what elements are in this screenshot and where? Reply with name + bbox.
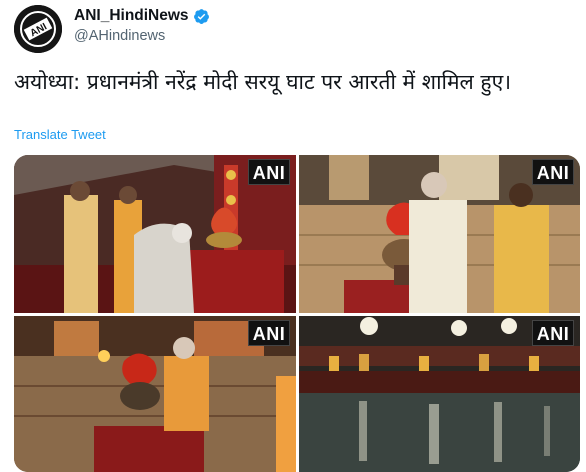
- ani-watermark: ANI: [248, 320, 290, 346]
- avatar[interactable]: ANI: [14, 5, 62, 53]
- ani-watermark: ANI: [248, 159, 290, 185]
- tweet-header: ANI ANI_HindiNews @AHindinews: [14, 5, 574, 53]
- media-grid: ANI ANI ANI ANI: [14, 155, 580, 472]
- verified-badge-icon: [193, 8, 210, 25]
- photo-tile-3[interactable]: ANI: [14, 316, 296, 472]
- photo-tile-1[interactable]: ANI: [14, 155, 296, 313]
- tweet-text: अयोध्या: प्रधानमंत्री नरेंद्र मोदी सरयू …: [14, 70, 512, 94]
- display-name[interactable]: ANI_HindiNews: [74, 7, 189, 25]
- photo-tile-4[interactable]: ANI: [299, 316, 580, 472]
- ani-logo-icon: ANI: [14, 5, 62, 53]
- translate-tweet-link[interactable]: Translate Tweet: [14, 127, 106, 142]
- ani-watermark: ANI: [532, 159, 574, 185]
- photo-tile-2[interactable]: ANI: [299, 155, 580, 313]
- account-names: ANI_HindiNews @AHindinews: [74, 7, 210, 44]
- account-handle[interactable]: @AHindinews: [74, 28, 210, 44]
- ani-watermark: ANI: [532, 320, 574, 346]
